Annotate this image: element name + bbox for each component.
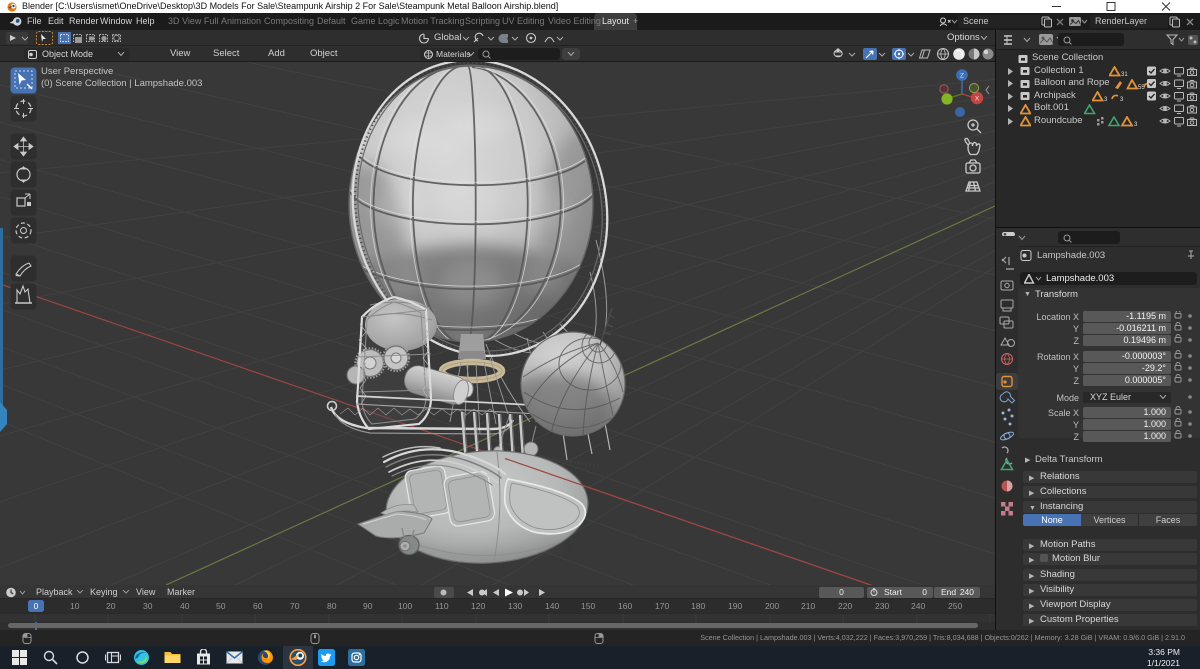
svg-text:X: X: [975, 96, 980, 103]
svg-text:3: 3: [1134, 122, 1138, 127]
svg-text:Z: Z: [960, 73, 964, 80]
